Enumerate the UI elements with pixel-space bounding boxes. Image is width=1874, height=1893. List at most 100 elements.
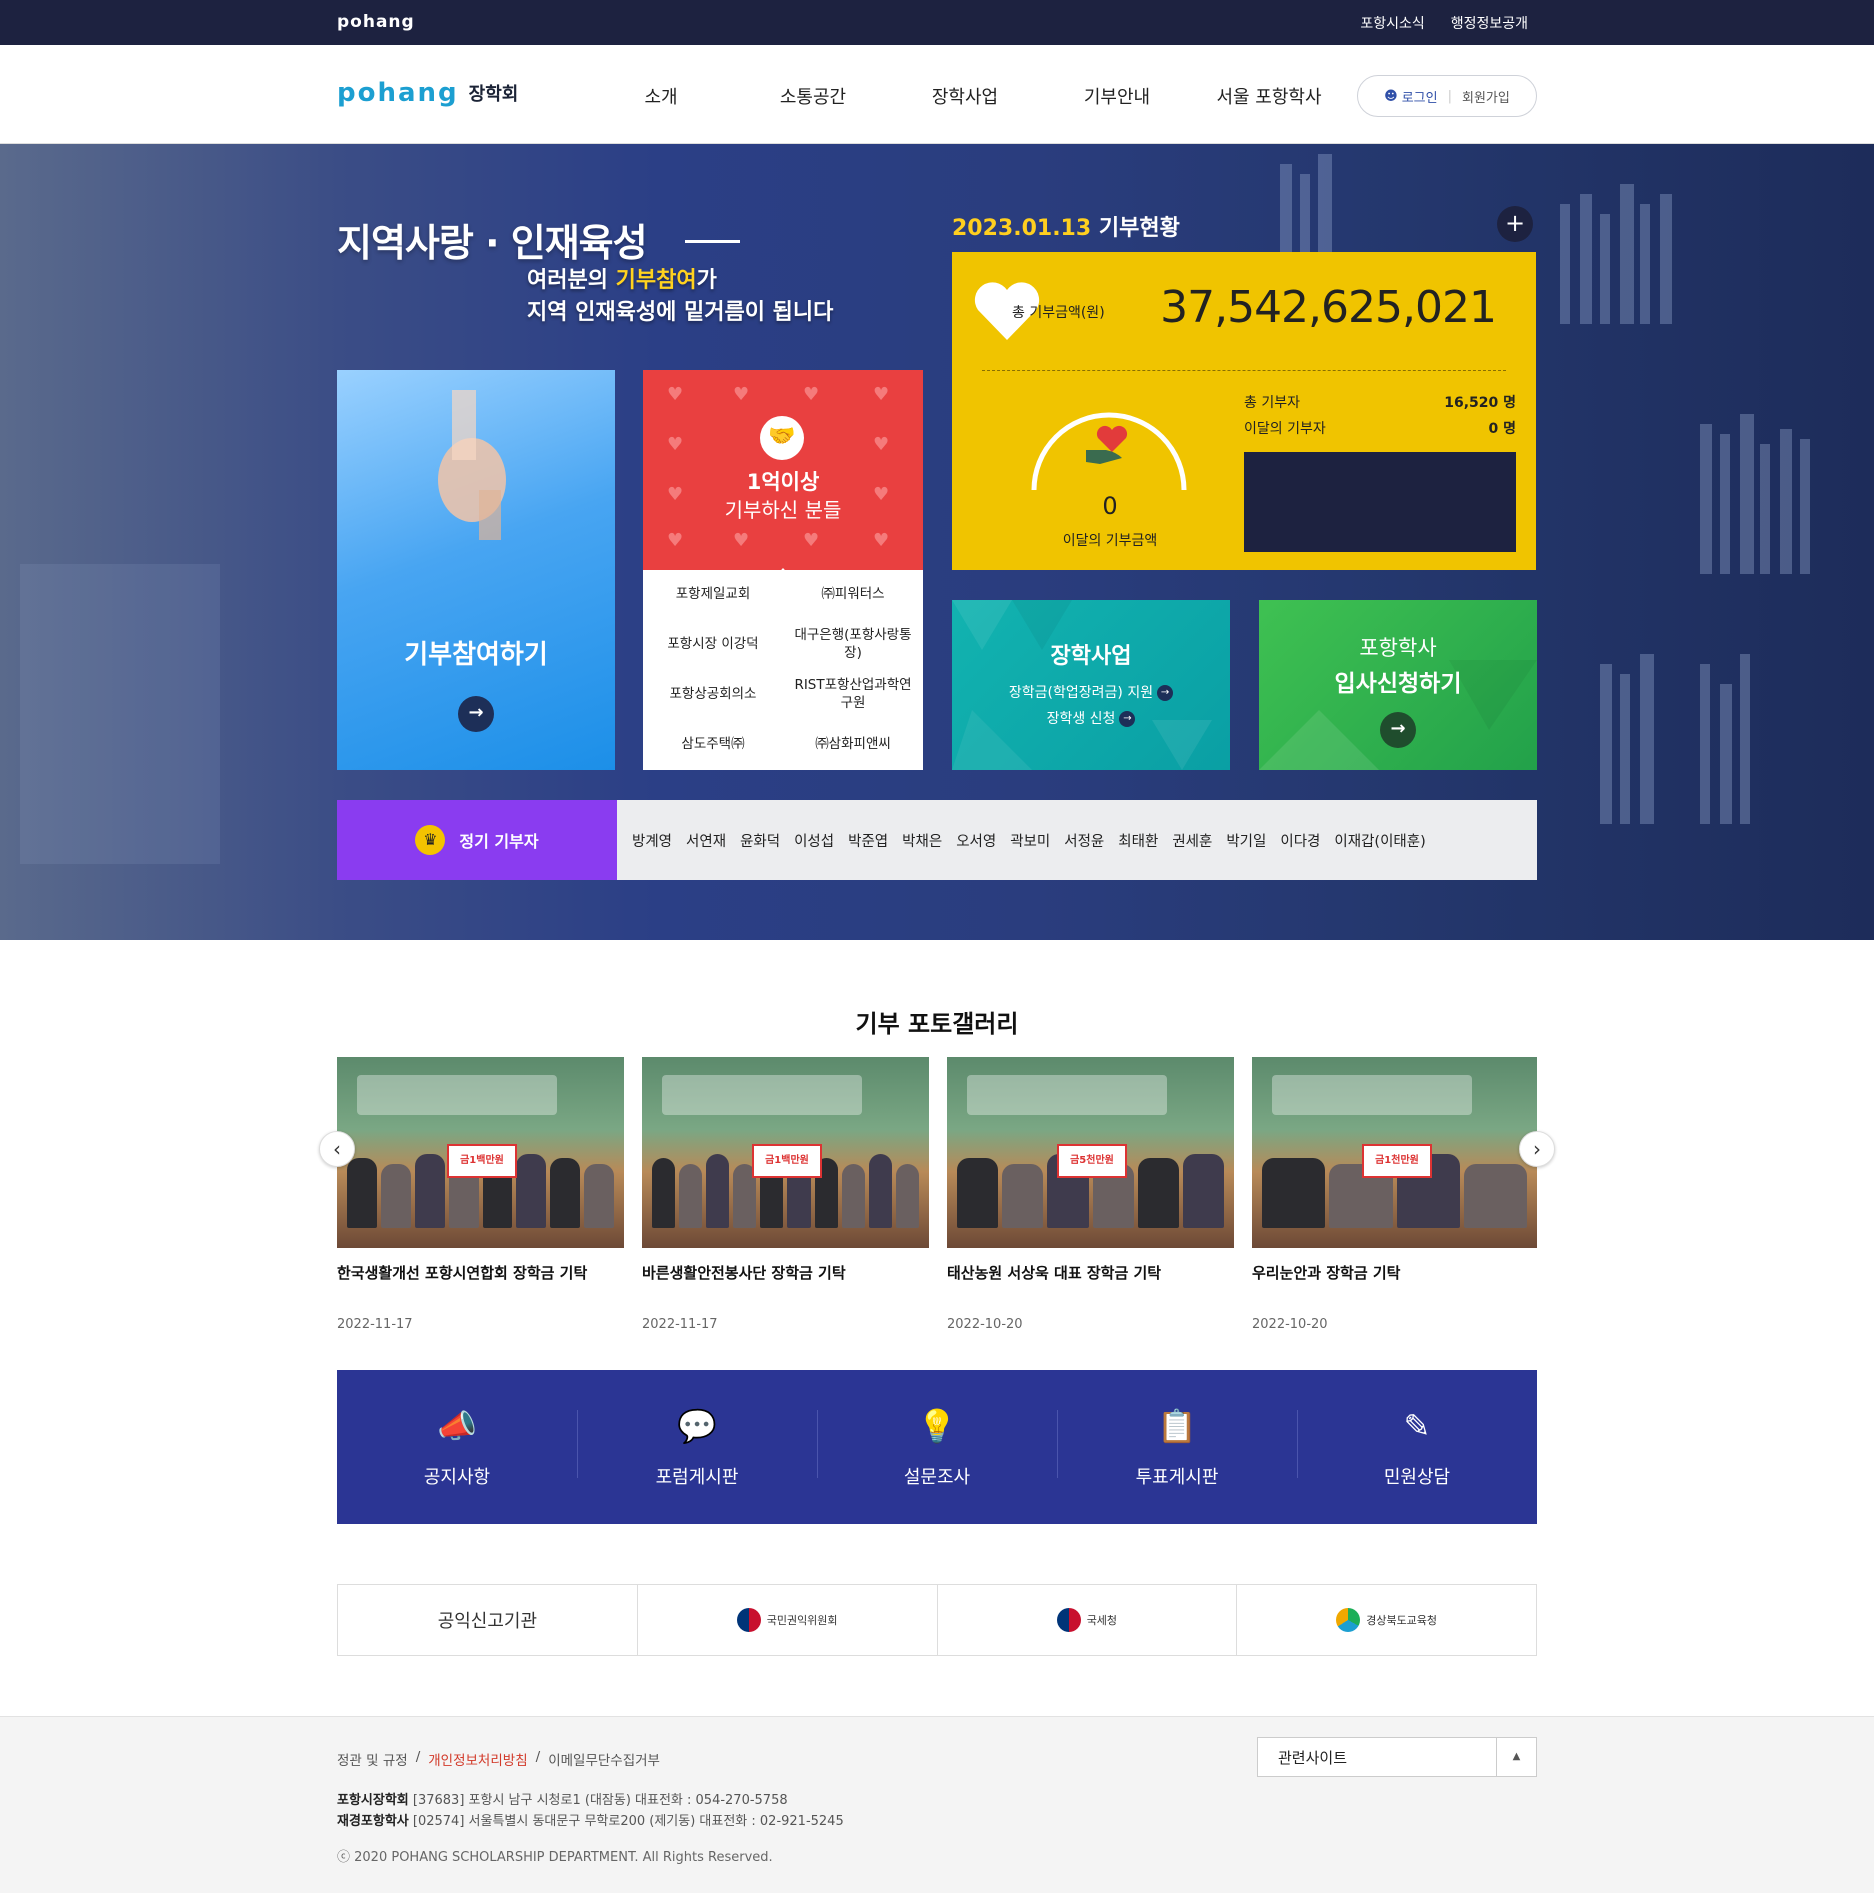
trophy-icon: ♛ xyxy=(415,825,446,855)
list-item: 포항상공회의소 xyxy=(669,686,757,703)
hero-section: 지역사랑 · 인재육성 여러분의 기부참여가 지역 인재육성에 밑거름이 됩니다… xyxy=(0,144,1874,940)
scholarship-card: 장학사업 장학금(학업장려금) 지원 → 장학생 신청 → xyxy=(952,600,1230,770)
scholarship-card-title: 장학사업 xyxy=(1050,644,1132,669)
nav-item-donation-guide[interactable]: 기부안내 xyxy=(1041,83,1193,109)
regular-donors-header: ♛ 정기 기부자 xyxy=(337,800,617,880)
org-logo-acrc[interactable]: 국민권익위원회 xyxy=(636,1585,937,1655)
top-link-admin-info[interactable]: 행정정보공개 xyxy=(1451,13,1528,33)
arrow-right-icon: → xyxy=(1157,685,1174,701)
handshake-image xyxy=(438,390,506,540)
hero-slogan: 지역사랑 · 인재육성 xyxy=(337,221,648,265)
dorm-apply-card[interactable]: 포항학사 입사신청하기 → xyxy=(1259,600,1537,770)
slogan-underline xyxy=(685,240,740,243)
footer-address-2: 재경포항학사 [02574] 서울특별시 동대문구 무학로200 (제기동) 대… xyxy=(337,1814,844,1829)
donor-ticker-panel xyxy=(1244,452,1516,552)
list-item: 박준엽 xyxy=(848,833,889,850)
vote-icon: 📋 xyxy=(1157,1407,1197,1445)
nav-item-scholarship[interactable]: 장학사업 xyxy=(889,83,1041,109)
dorm-card-subtitle: 입사신청하기 xyxy=(1334,671,1462,697)
gallery-title: 기부 포토갤러리 xyxy=(855,1010,1019,1038)
monthly-donation-amount: 0 xyxy=(1102,492,1118,520)
donation-sign: 금1백만원 xyxy=(752,1144,822,1178)
list-item: 곽보미 xyxy=(1010,833,1051,850)
list-item: 방계영 xyxy=(632,833,673,850)
donation-sign: 금1백만원 xyxy=(447,1144,517,1178)
gallery-item[interactable]: 금1천만원 우리눈안과 장학금 기탁 2022-10-20 xyxy=(1252,1057,1537,1332)
top-utility-bar: pohang 포항시소식 행정정보공개 xyxy=(0,0,1874,45)
major-donors-subtitle: 기부하신 분들 xyxy=(724,498,842,522)
top-links: 포항시소식 행정정보공개 xyxy=(1360,13,1528,33)
login-link[interactable]: ☻ 로그인 xyxy=(1384,87,1437,106)
related-sites-select[interactable]: 관련사이트 ▲ xyxy=(1257,1737,1537,1777)
brand-wordmark: pohang xyxy=(337,78,459,108)
footer-link-rules[interactable]: 정관 및 규정 xyxy=(337,1749,408,1769)
list-item: 오서영 xyxy=(956,833,997,850)
nav-item-community[interactable]: 소통공간 xyxy=(737,83,889,109)
hero-subtitle-1: 여러분의 기부참여가 xyxy=(527,268,717,293)
gallery-date: 2022-11-17 xyxy=(642,1317,718,1332)
heart-pattern: ♥ xyxy=(667,384,684,405)
auth-separator: | xyxy=(1447,88,1452,104)
gallery-caption: 바른생활안전봉사단 장학금 기탁 xyxy=(642,1264,846,1282)
chevron-up-icon[interactable]: ▲ xyxy=(1496,1738,1536,1776)
gallery-caption: 한국생활개선 포항시연합회 장학금 기탁 xyxy=(337,1264,588,1282)
gallery-item[interactable]: 금5천만원 태산농원 서상욱 대표 장학금 기탁 2022-10-20 xyxy=(947,1057,1234,1332)
quick-survey[interactable]: 💡 설문조사 xyxy=(817,1370,1057,1524)
orgs-title: 공익신고기관 xyxy=(437,1611,538,1632)
total-donors-value: 16,520 명 xyxy=(1444,395,1516,411)
city-logo[interactable]: pohang xyxy=(337,12,415,32)
major-donors-list: 포항제일교회 ㈜피워터스 포항시장 이강덕 대구은행(포항사랑통장) 포항상공회… xyxy=(643,570,923,770)
quick-forum[interactable]: 💬 포럼게시판 xyxy=(577,1370,817,1524)
quick-petition[interactable]: ✎ 민원상담 xyxy=(1297,1370,1537,1524)
list-item: 이다경 xyxy=(1280,833,1321,850)
taegeuk-icon xyxy=(736,1608,761,1632)
gallery-date: 2022-11-17 xyxy=(337,1317,413,1332)
quick-notice[interactable]: 📣 공지사항 xyxy=(337,1370,577,1524)
top-link-news[interactable]: 포항시소식 xyxy=(1360,13,1424,33)
nav-item-intro[interactable]: 소개 xyxy=(585,83,737,109)
gallery-item[interactable]: 금1백만원 한국생활개선 포항시연합회 장학금 기탁 2022-11-17 xyxy=(337,1057,624,1332)
brand-logo[interactable]: pohang 장학회 xyxy=(337,78,518,108)
copyright: ⓒ 2020 POHANG SCHOLARSHIP DEPARTMENT. Al… xyxy=(337,1850,773,1865)
site-footer: 정관 및 규정 / 개인정보처리방침 / 이메일무단수집거부 포항시장학회 [376… xyxy=(0,1716,1874,1893)
footer-link-privacy[interactable]: 개인정보처리방침 xyxy=(428,1749,527,1769)
gallery-item[interactable]: 금1백만원 바른생활안전봉사단 장학금 기탁 2022-11-17 xyxy=(642,1057,929,1332)
gallery-caption: 태산농원 서상욱 대표 장학금 기탁 xyxy=(947,1264,1162,1282)
gallery-next-button[interactable]: › xyxy=(1519,1131,1555,1167)
list-item: 박채은 xyxy=(902,833,943,850)
arrow-right-icon[interactable]: → xyxy=(458,696,494,732)
list-item: 최태환 xyxy=(1118,833,1159,850)
scholarship-support-link[interactable]: 장학금(학업장려금) 지원 → xyxy=(952,682,1230,702)
auth-box: ☻ 로그인 | 회원가입 xyxy=(1357,75,1537,117)
arrow-right-icon[interactable]: → xyxy=(1380,712,1416,748)
main-nav: 소개 소통공간 장학사업 기부안내 서울 포항학사 xyxy=(585,83,1345,109)
gallery-photo: 금5천만원 xyxy=(947,1057,1234,1248)
footer-link-email-refusal[interactable]: 이메일무단수집거부 xyxy=(548,1749,660,1769)
more-button[interactable]: + xyxy=(1497,206,1533,242)
monthly-donors-label: 이달의 기부자 xyxy=(1244,421,1326,437)
list-item: 이재갑(이태훈) xyxy=(1334,833,1426,850)
monthly-donation-label: 이달의 기부금액 xyxy=(1062,533,1158,549)
gallery-photo: 금1천만원 xyxy=(1252,1057,1537,1248)
monthly-donors-value: 0 명 xyxy=(1488,421,1517,437)
donate-card[interactable]: 기부참여하기 → xyxy=(337,370,615,770)
major-donors-header: ♥ ♥ ♥ ♥ ♥ ♥ ♥ ♥ ♥ ♥ ♥ ♥ 🤝 1억이상 기부하신 분들 xyxy=(643,370,923,570)
scholar-apply-link[interactable]: 장학생 신청 → xyxy=(952,708,1230,728)
hero-subtitle-2: 지역 인재육성에 밑거름이 됩니다 xyxy=(527,300,834,325)
regular-donors-bar: ♛ 정기 기부자 방계영 서연재 윤화덕 이성섭 박준엽 박채은 오서영 곽보미… xyxy=(337,800,1537,880)
footer-links: 정관 및 규정 / 개인정보처리방침 / 이메일무단수집거부 xyxy=(337,1749,660,1769)
whistleblower-orgs: 공익신고기관 국민권익위원회 국세청 경상북도교육청 xyxy=(337,1584,1537,1656)
quick-vote[interactable]: 📋 투표게시판 xyxy=(1057,1370,1297,1524)
list-item: ㈜삼화피앤씨 xyxy=(815,736,891,753)
org-logo-nts[interactable]: 국세청 xyxy=(936,1585,1237,1655)
bulb-icon: 💡 xyxy=(917,1407,957,1445)
join-link[interactable]: 회원가입 xyxy=(1462,87,1510,106)
gallery-prev-button[interactable]: ‹ xyxy=(319,1131,355,1167)
footer-address-1: 포항시장학회 [37683] 포항시 남구 시청로1 (대잠동) 대표전화 : … xyxy=(337,1793,788,1808)
gallery-date: 2022-10-20 xyxy=(1252,1317,1328,1332)
list-item: 윤화덕 xyxy=(740,833,781,850)
list-item: 서정윤 xyxy=(1064,833,1105,850)
org-logo-gbe[interactable]: 경상북도교육청 xyxy=(1236,1585,1536,1655)
donation-status-box: 총 기부금액(원) 37,542,625,021 0 이달의 기부금액 총 기부… xyxy=(952,252,1536,570)
nav-item-seoul-dorm[interactable]: 서울 포항학사 xyxy=(1193,83,1345,109)
